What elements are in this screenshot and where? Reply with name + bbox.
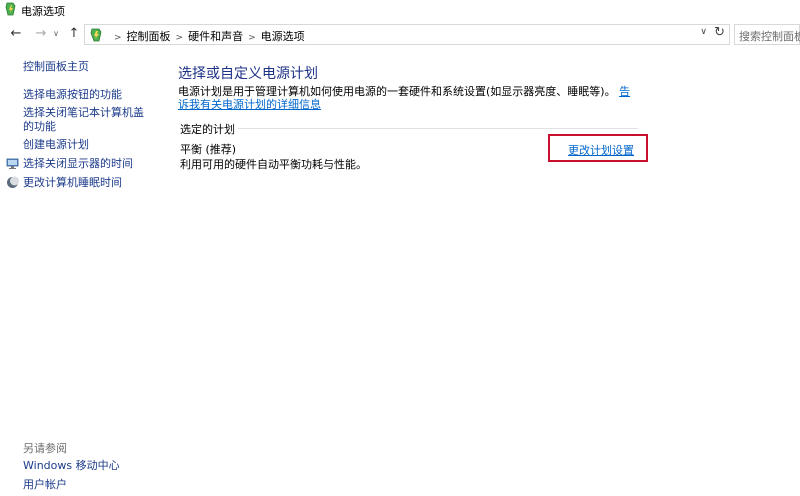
- search-placeholder: 搜索控制面板: [739, 30, 800, 43]
- page-title: 选择或自定义电源计划: [178, 66, 318, 82]
- sidebar-item-power-button[interactable]: 选择电源按钮的功能: [23, 88, 122, 102]
- search-box[interactable]: 搜索控制面板: [734, 24, 800, 45]
- sidebar-item-lid-close[interactable]: 选择关闭笔记本计算机盖的功能: [23, 106, 153, 134]
- breadcrumb-item-power-options[interactable]: 电源选项: [261, 30, 305, 43]
- page-description: 电源计划是用于管理计算机如何使用电源的一套硬件和系统设置(如显示器亮度、睡眠等)…: [178, 85, 640, 111]
- navigation-bar: ← → ∨ ↑ > 控制面板 > 硬件和声音 > 电源选项 ∨ ↻ 搜索控制面板: [0, 22, 800, 46]
- address-bar[interactable]: > 控制面板 > 硬件和声音 > 电源选项 ∨ ↻: [84, 24, 730, 45]
- plan-name: 平衡 (推荐): [180, 143, 237, 156]
- see-also-user-accounts[interactable]: 用户帐户: [23, 478, 67, 492]
- sidebar-item-create-plan[interactable]: 创建电源计划: [23, 138, 89, 152]
- breadcrumb-separator-icon[interactable]: >: [248, 33, 256, 43]
- back-icon[interactable]: ←: [8, 25, 24, 43]
- display-icon: [6, 158, 19, 169]
- sidebar-item-display-off[interactable]: 选择关闭显示器的时间: [23, 157, 133, 171]
- breadcrumb-separator-icon: >: [114, 33, 122, 43]
- change-plan-settings-link[interactable]: 更改计划设置: [568, 142, 634, 158]
- refresh-icon[interactable]: ↻: [714, 25, 725, 40]
- breadcrumb-item-hardware-sound[interactable]: 硬件和声音: [188, 30, 243, 43]
- see-also-heading: 另请参阅: [23, 442, 67, 455]
- moon-icon: [7, 176, 19, 188]
- sidebar-item-control-panel-home[interactable]: 控制面板主页: [23, 60, 89, 74]
- recent-locations-chevron-icon[interactable]: ∨: [51, 25, 61, 43]
- window-title: 电源选项: [21, 5, 65, 18]
- breadcrumb-item-control-panel[interactable]: 控制面板: [127, 30, 171, 43]
- breadcrumb-separator-icon[interactable]: >: [176, 33, 184, 43]
- see-also-mobility-center[interactable]: Windows 移动中心: [23, 459, 120, 473]
- control-panel-icon: [90, 28, 102, 42]
- section-divider: [238, 128, 638, 129]
- up-icon[interactable]: ↑: [66, 25, 82, 43]
- title-bar: 电源选项: [0, 0, 800, 20]
- section-label: 选定的计划: [180, 121, 239, 137]
- plan-description: 利用可用的硬件自动平衡功耗与性能。: [180, 158, 367, 171]
- breadcrumb: > 控制面板 > 硬件和声音 > 电源选项: [109, 28, 305, 44]
- address-dropdown-icon[interactable]: ∨: [700, 27, 707, 37]
- description-text: 电源计划是用于管理计算机如何使用电源的一套硬件和系统设置(如显示器亮度、睡眠等)…: [178, 85, 616, 98]
- forward-icon[interactable]: →: [33, 25, 49, 43]
- plan-settings-highlight: 更改计划设置: [548, 134, 648, 162]
- power-options-icon: [5, 2, 16, 16]
- sidebar-item-sleep-time[interactable]: 更改计算机睡眠时间: [23, 176, 122, 190]
